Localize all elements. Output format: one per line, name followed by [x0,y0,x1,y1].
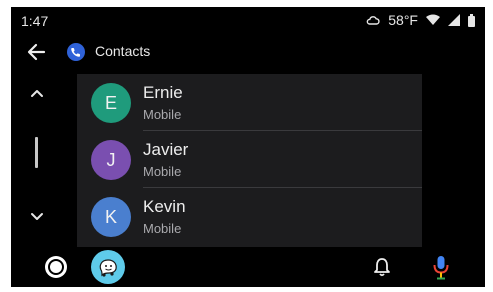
page-title: Contacts [95,43,151,59]
chevron-up-icon [25,90,49,109]
back-button[interactable] [23,39,51,65]
scroll-up-button[interactable] [25,81,49,105]
contact-name: Javier [143,140,189,159]
contacts-list: E Ernie Mobile J Javier Mobile K Kevin M… [77,74,422,249]
avatar: E [91,83,131,123]
avatar: K [91,197,131,237]
scroll-controls [11,77,71,247]
signal-icon [448,14,460,26]
battery-icon [468,13,475,27]
scroll-thumb[interactable] [35,137,38,168]
contact-name: Ernie [143,83,183,102]
voice-assistant-button[interactable] [430,253,452,281]
app-header: Contacts [11,35,485,69]
phone-app-icon [67,43,85,61]
contact-phone-type: Mobile [143,221,182,236]
notifications-button[interactable] [371,255,393,279]
list-item[interactable]: K Kevin Mobile [77,188,422,245]
status-bar: 1:47 58°F [11,7,485,33]
weather-temperature: 58°F [388,12,418,28]
contact-phone-type: Mobile [143,107,182,122]
waze-icon [91,259,125,287]
waze-app-button[interactable] [91,250,125,284]
cloud-icon [366,14,380,26]
home-icon [44,256,68,283]
bell-icon [371,258,393,283]
navigation-rail [11,247,485,287]
chevron-down-icon [25,213,49,233]
list-item[interactable]: E Ernie Mobile [77,74,422,131]
contact-name: Kevin [143,197,186,216]
status-indicators: 58°F [366,12,475,28]
android-auto-screen: 1:47 58°F Contacts E Ernie Mobile J Javi… [11,7,485,287]
wifi-icon [426,14,440,26]
home-button[interactable] [44,255,68,279]
avatar: J [91,140,131,180]
status-time: 1:47 [21,13,49,29]
list-item[interactable]: J Javier Mobile [77,131,422,188]
contact-phone-type: Mobile [143,164,182,179]
mic-icon [430,256,452,285]
back-arrow-icon [23,43,51,69]
scroll-down-button[interactable] [25,205,49,229]
